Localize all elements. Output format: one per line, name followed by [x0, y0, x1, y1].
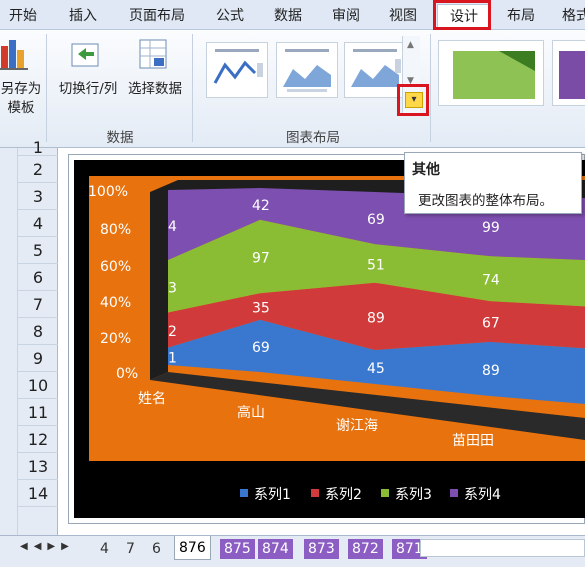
area-chart: 1 69 45 89 2 35 89 67 3 97 51 74 4 42 69 99	[150, 180, 585, 440]
sheet-tab[interactable]: 7	[126, 539, 135, 559]
y-tick-label: 0%	[116, 366, 139, 382]
sheet-nav-buttons[interactable]: ◀◀▶▶	[20, 541, 75, 552]
x-category-label: 谢江海	[336, 418, 378, 434]
sheet-tab[interactable]: 4	[100, 539, 109, 559]
legend-swatch	[450, 489, 458, 497]
legend-item: 系列4	[464, 487, 501, 503]
data-label: 89	[482, 363, 500, 379]
sheet-tab-bar: ◀◀▶▶ 4 7 6 876 875 874 873 872 871	[0, 535, 585, 567]
data-label: 2	[168, 324, 177, 340]
sheet-tab-active[interactable]: 876	[174, 536, 211, 560]
first-sheet-icon[interactable]: ◀	[20, 541, 34, 552]
sheet-tab[interactable]: 873	[304, 539, 339, 559]
data-label: 42	[252, 198, 270, 214]
legend-item: 系列3	[395, 487, 432, 503]
more-layouts-tooltip: 其他 更改图表的整体布局。	[404, 152, 582, 214]
data-label: 69	[367, 212, 385, 228]
x-category-label: 苗田田	[452, 433, 494, 449]
sheet-tab[interactable]: 872	[348, 539, 383, 559]
legend-swatch	[381, 489, 389, 497]
legend-item: 系列2	[325, 487, 362, 503]
data-label: 45	[367, 361, 385, 377]
legend-swatch	[311, 489, 319, 497]
sheet-tab[interactable]: 6	[152, 539, 161, 559]
horizontal-scrollbar[interactable]	[420, 539, 585, 557]
data-label: 1	[168, 350, 177, 366]
excel-window: 开始 插入 页面布局 公式 数据 审阅 视图 设计 布局 格式 另存为 模板 切…	[0, 0, 585, 567]
y-tick-label: 40%	[100, 295, 132, 311]
next-sheet-icon[interactable]: ▶	[47, 541, 61, 552]
tooltip-title: 其他	[412, 162, 440, 178]
data-label: 4	[168, 219, 177, 235]
prev-sheet-icon[interactable]: ◀	[34, 541, 48, 552]
y-tick-label: 100%	[88, 184, 129, 200]
y-tick-label: 80%	[100, 222, 132, 238]
data-label: 3	[168, 280, 177, 296]
x-category-label: 姓名	[138, 391, 166, 407]
data-label: 89	[367, 310, 385, 326]
y-tick-label: 20%	[100, 331, 132, 347]
last-sheet-icon[interactable]: ▶	[61, 541, 75, 552]
legend-swatch	[240, 489, 248, 497]
data-label: 74	[482, 273, 500, 289]
sheet-tab[interactable]: 874	[258, 539, 293, 559]
data-label: 51	[367, 257, 385, 273]
data-label: 99	[482, 220, 500, 236]
data-label: 97	[252, 251, 270, 267]
legend-item: 系列1	[254, 487, 291, 503]
data-label: 35	[252, 301, 270, 317]
chart-legend[interactable]: 系列1 系列2 系列3 系列4	[240, 484, 540, 504]
tooltip-body: 更改图表的整体布局。	[418, 193, 553, 209]
x-category-label: 高山	[237, 405, 265, 421]
y-tick-label: 60%	[100, 259, 132, 275]
sheet-tab[interactable]: 875	[220, 539, 255, 559]
data-label: 67	[482, 316, 500, 332]
data-label: 69	[252, 340, 270, 356]
